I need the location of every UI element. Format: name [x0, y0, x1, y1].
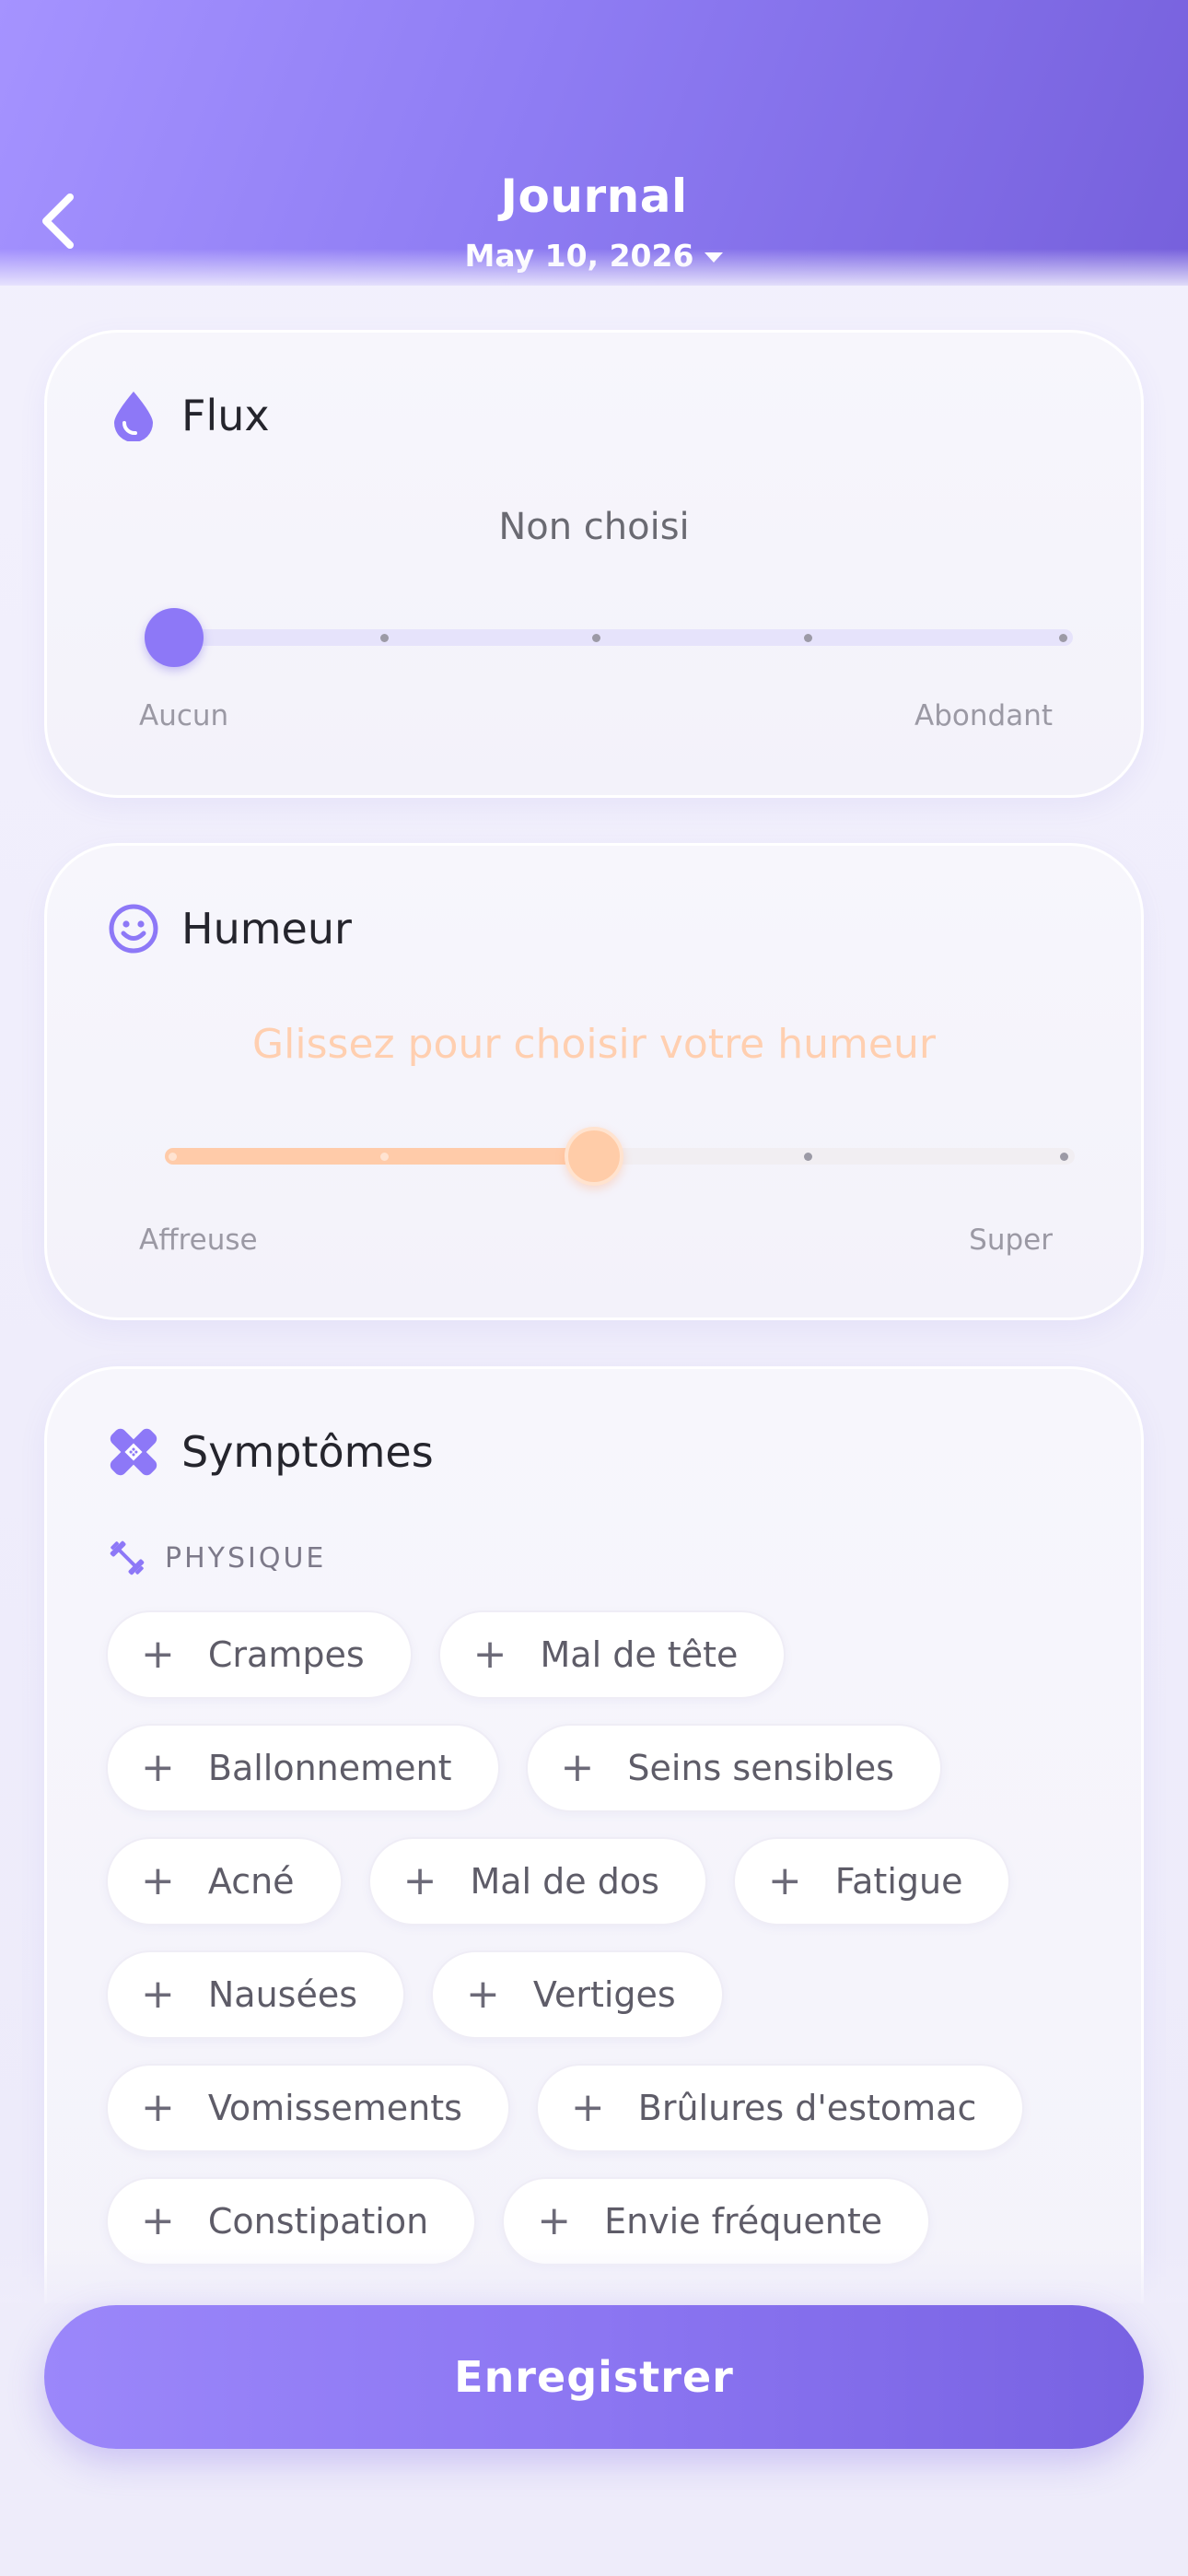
plus-icon: +	[767, 1857, 802, 1904]
section-physique: PHYSIQUE	[108, 1539, 326, 1577]
humeur-max-label: Super	[969, 1224, 1053, 1257]
symptom-chip[interactable]: + Fatigue	[732, 1837, 1011, 1926]
flux-slider-track[interactable]	[172, 629, 1073, 646]
humeur-title: Humeur	[181, 904, 352, 954]
symptom-chip[interactable]: + Ballonnement	[106, 1724, 500, 1812]
humeur-min-label: Affreuse	[139, 1224, 258, 1257]
chip-row: + Vomissements + Brûlures d'estomac	[106, 2064, 1101, 2154]
slider-tick	[592, 633, 600, 642]
plus-icon: +	[141, 1744, 175, 1791]
bandage-icon	[108, 1426, 159, 1478]
symptom-chip-label: Brûlures d'estomac	[637, 2088, 977, 2128]
symptom-chip-label: Crampes	[207, 1634, 365, 1675]
section-label: PHYSIQUE	[165, 1541, 327, 1575]
humeur-slider-thumb[interactable]	[565, 1127, 623, 1186]
flux-value: Non choisi	[498, 506, 690, 548]
symptom-chip-label: Mal de tête	[540, 1634, 739, 1675]
symptom-chip-label: Vertiges	[532, 1974, 676, 2015]
slider-tick	[1059, 633, 1067, 642]
smiley-icon	[108, 903, 159, 954]
plus-icon: +	[141, 1971, 175, 2018]
chip-row: + Nausées + Vertiges	[106, 1950, 1101, 2041]
humeur-card: Humeur Glissez pour choisir votre humeur…	[44, 843, 1144, 1320]
symptom-chip-label: Seins sensibles	[627, 1748, 894, 1788]
symptom-chip-label: Vomissements	[207, 2088, 462, 2128]
plus-icon: +	[141, 2197, 175, 2244]
plus-icon: +	[472, 1631, 507, 1678]
symptom-chip-label: Fatigue	[834, 1861, 963, 1902]
chip-row: + Crampes + Mal de tête	[106, 1610, 1101, 1701]
flux-title: Flux	[181, 391, 270, 440]
slider-tick	[169, 1152, 177, 1161]
slider-tick	[380, 1152, 389, 1161]
plus-icon: +	[537, 2197, 572, 2244]
symptom-chip[interactable]: + Mal de tête	[437, 1610, 786, 1699]
plus-icon: +	[141, 1857, 175, 1904]
save-button[interactable]: Enregistrer	[44, 2305, 1144, 2449]
symptom-chip-label: Constipation	[207, 2201, 429, 2242]
page-title: Journal	[500, 170, 688, 223]
symptom-chip-label: Ballonnement	[207, 1748, 452, 1788]
chip-row: + Ballonnement + Seins sensibles	[106, 1724, 1101, 1814]
flux-card: Flux Non choisi Aucun Abondant	[44, 330, 1144, 798]
symptom-chip[interactable]: + Acné	[106, 1837, 343, 1926]
plus-icon: +	[560, 1744, 595, 1791]
symptom-chip[interactable]: + Vomissements	[106, 2064, 510, 2152]
plus-icon: +	[570, 2084, 605, 2131]
symptom-chips: + Crampes + Mal de tête + Ballonnement + Seins …	[106, 1610, 1101, 2290]
flux-max-label: Abondant	[914, 699, 1053, 732]
bottom-fade	[0, 2248, 1188, 2303]
header: Journal May 10, 2026	[0, 0, 1188, 286]
slider-tick	[804, 1152, 812, 1161]
slider-tick	[380, 633, 389, 642]
symptom-chip-label: Acné	[207, 1861, 295, 1902]
dumbbell-icon	[110, 1540, 145, 1575]
humeur-header: Humeur	[108, 903, 352, 954]
date-label: May 10, 2026	[464, 238, 694, 274]
slider-tick	[1060, 1152, 1068, 1161]
date-selector[interactable]: May 10, 2026	[0, 238, 1188, 274]
flux-slider-thumb[interactable]	[145, 608, 204, 667]
symptom-chip[interactable]: + Nausées	[106, 1950, 406, 2039]
flux-min-label: Aucun	[139, 699, 229, 732]
flux-header: Flux	[108, 390, 270, 441]
chip-row: + Acné + Mal de dos + Fatigue	[106, 1837, 1101, 1927]
caret-down-icon	[705, 252, 724, 263]
symptom-chip[interactable]: + Vertiges	[431, 1950, 724, 2039]
symptomes-title: Symptômes	[181, 1427, 434, 1477]
symptom-chip[interactable]: + Mal de dos	[367, 1837, 707, 1926]
symptom-chip-label: Nausées	[207, 1974, 358, 2015]
slider-tick	[804, 633, 812, 642]
symptom-chip-label: Mal de dos	[470, 1861, 659, 1902]
symptom-chip-label: Envie fréquente	[604, 2201, 883, 2242]
plus-icon: +	[466, 1971, 500, 2018]
symptom-chip[interactable]: + Seins sensibles	[525, 1724, 942, 1812]
symptom-chip[interactable]: + Crampes	[106, 1610, 413, 1699]
plus-icon: +	[141, 2084, 175, 2131]
drop-icon	[108, 390, 159, 441]
symptom-chip[interactable]: + Brûlures d'estomac	[535, 2064, 1025, 2152]
plus-icon: +	[141, 1631, 175, 1678]
humeur-prompt: Glissez pour choisir votre humeur	[252, 1021, 936, 1068]
symptomes-header: Symptômes	[108, 1426, 434, 1478]
plus-icon: +	[402, 1857, 437, 1904]
